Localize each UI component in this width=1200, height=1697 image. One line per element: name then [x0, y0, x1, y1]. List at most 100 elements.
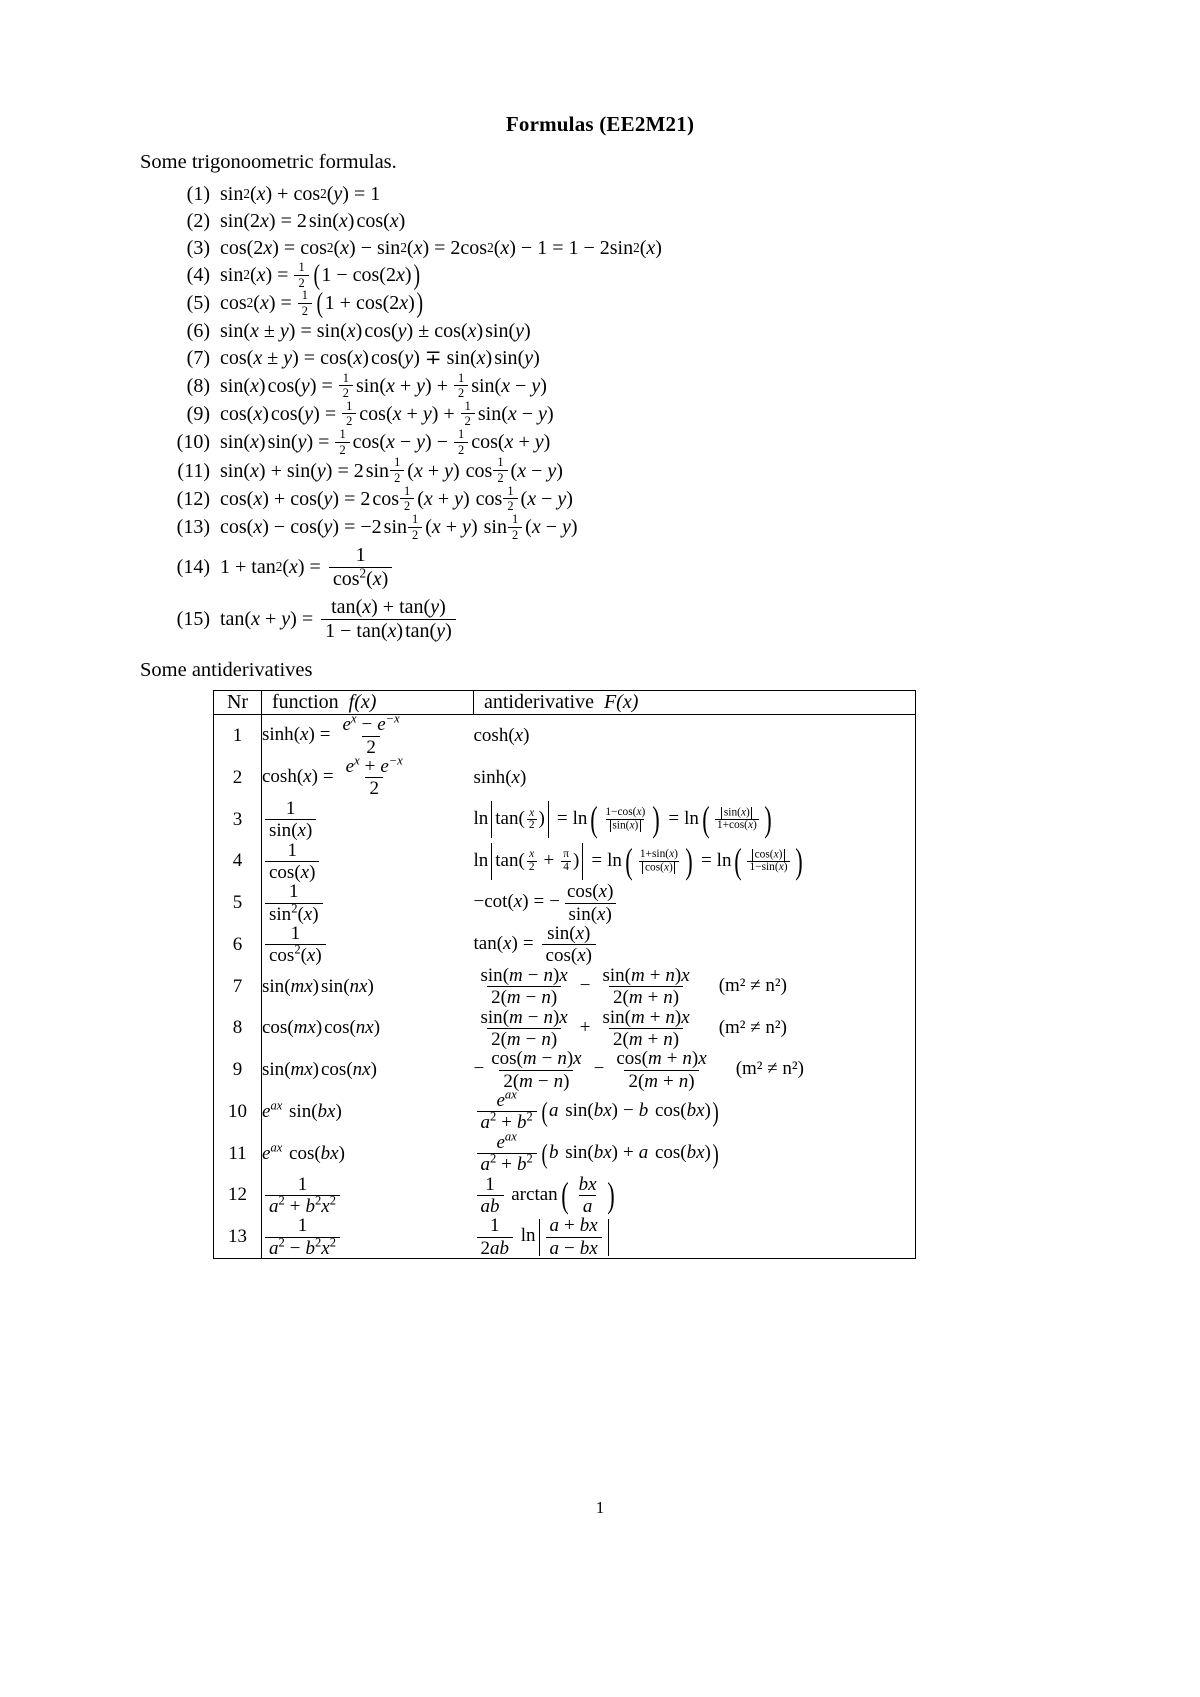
table-row: 9 sin(mx) cos(nx) − cos(m − n)x 2(m − n) − cos(m +…	[213, 1049, 916, 1091]
row-antiderivative: eax a2 + b2 (b sin(bx) + a cos(bx))	[474, 1130, 916, 1175]
formula-row: (8) sin(x) cos(y) = 1 2 sin(x + y) +1 2 sin(x − y)	[0, 370, 1200, 401]
row-number: 7	[213, 965, 262, 1008]
row-antiderivative: ln tan(x 2) = ln(1−cos(x) sin(x)) = ln(sin(x) 1+…	[473, 799, 772, 840]
formula-expression: tan(x + y) = tan(x) + tan(y) 1− tan(x) tan(y)	[220, 597, 459, 641]
formula-number: (5)	[186, 292, 210, 315]
table-row: 2 cosh(x) = ex + e−x 2 sinh(x)	[213, 753, 916, 800]
row-number: 3	[213, 798, 262, 841]
antiderivatives-table: Nr function f(x) antiderivative F(x) 1 s…	[213, 690, 916, 1259]
table-row: 11 eax cos(bx) eax a2 + b2 (b sin(bx) + a cos(…	[213, 1130, 916, 1175]
formula-number: (4)	[186, 264, 210, 287]
row-condition: (m² ≠ n²)	[718, 1016, 787, 1038]
formula-row: (5) cos 2(x) = 1 2(1 + cos (2 x))	[0, 287, 1200, 320]
formula-expression: cos(x ± y) = cos(x) cos(y) ∓ sin(x) sin(y)	[220, 347, 540, 370]
row-function: cosh(x) = ex + e−x 2	[262, 753, 403, 800]
row-number: 1	[213, 714, 262, 757]
row-function: 1 a2 + b2x2	[262, 1174, 474, 1217]
formula-number: (13)	[176, 516, 210, 539]
row-number: 5	[213, 882, 262, 924]
formula-number: (7)	[186, 347, 210, 370]
formula-row: (11) sin(x) + sin(y) = 2 sin 1 2(x + y) cos 1 2(x − y)	[0, 456, 1200, 484]
formula-expression: 1 + tan 2(x) = 1 cos2(x)	[220, 545, 395, 589]
section-heading-trig: Some trigonoometric formulas.	[140, 151, 397, 173]
table-row: 5 1 sin2(x) −cot(x) = − cos(x) sin(x)	[213, 882, 916, 924]
row-function: cos(mx) cos(nx)	[262, 1017, 381, 1039]
formula-expression: cos (2 x) = cos 2(x) − sin 2(x) = 2 cos 2(x) −1 = 1−2 si…	[220, 236, 662, 259]
table-body: 1 sinh(x) = ex − e−x 2 cosh(x) 2 cosh(x) = ex + e…	[213, 711, 916, 1259]
page-title: Formulas (EE2M21)	[505, 112, 695, 136]
section-heading-antiderivatives: Some antiderivatives	[140, 659, 313, 682]
row-antiderivative: cosh(x)	[473, 725, 530, 747]
row-function: 1 sin(x)	[262, 798, 474, 841]
table-row: 6 1 cos2(x) tan(x) = sin(x) cos(x)	[213, 924, 916, 966]
column-header-nr: Nr	[213, 690, 262, 716]
formula-row: (12) cos(x) + cos(y) = 2 cos 1 2(x + y) cos 1 2(x − y)	[0, 485, 1200, 513]
row-antiderivative: tan(x) = sin(x) cos(x)	[474, 924, 916, 966]
row-number: 10	[213, 1091, 262, 1133]
table-row: 8 cos(mx) cos(nx) sin(m − n)x 2(m − n) + sin(m + n…	[213, 1006, 916, 1050]
row-antiderivative: −cot(x) = − cos(x) sin(x)	[474, 882, 916, 924]
formula-expression: sin (2 x) = 2 sin(x) cos(x)	[220, 209, 406, 232]
formula-row: (15) tan(x + y) = tan(x) + tan(y) 1− tan(x) tan(y…	[0, 593, 1200, 645]
row-number: 8	[213, 1007, 262, 1050]
table-row: 12 1 a2 + b2x2 1 ab arctan(bx a)	[213, 1174, 916, 1217]
formula-row: (10) sin(x) sin(y) = 1 2 cos(x − y) −1 2 cos(x + y)	[0, 428, 1200, 456]
row-antiderivative: sinh(x)	[473, 766, 527, 788]
row-function: sin(mx) sin(nx)	[262, 975, 374, 997]
formula-number: (2)	[186, 209, 210, 232]
formula-expression: sin 2(x) + cos 2(y) = 1	[220, 182, 381, 205]
row-number: 13	[213, 1216, 262, 1259]
formula-number: (11)	[177, 459, 210, 482]
table-head: Nr function f(x) antiderivative F(x)	[213, 690, 916, 716]
formula-row: (2) sin (2 x) = 2 sin(x) cos(x)	[0, 207, 1200, 234]
formula-sheet-page: Formulas (EE2M21) Some trigonoometric fo…	[0, 0, 1200, 1697]
row-number: 6	[213, 924, 262, 966]
formula-number: (6)	[186, 320, 210, 343]
row-function: 1 cos(x)	[262, 840, 474, 883]
table-row: 1 sinh(x) = ex − e−x 2 cosh(x)	[213, 711, 916, 758]
formula-expression: cos(x) − cos(y) = −2 sin 1 2(x + y) sin 1 2(x − y)	[220, 511, 578, 542]
row-number: 12	[213, 1174, 262, 1217]
page-number: 1	[595, 1498, 605, 1517]
table-row: 3 1 sin(x) ln tan(x 2) = ln(1−cos(x) sin(x)) = l…	[213, 798, 916, 841]
column-header-function-symbol: f(x)	[348, 691, 377, 714]
formula-expression: sin(x) sin(y) = 1 2 cos(x − y) −1 2 cos(x + y)	[220, 427, 551, 457]
formula-number: (3)	[186, 236, 210, 259]
formula-expression: cos(x) + cos(y) = 2 cos 1 2(x + y) cos 1 2(x − y)	[220, 483, 573, 514]
row-antiderivative: ln tan(x 2 + π 4) = ln(1+sin(x) cos(x)) = ln(cos(x…	[473, 841, 803, 882]
column-header-antiderivative-symbol: F(x)	[603, 691, 639, 714]
formula-row: (6) sin(x ± y) = sin(x) cos(y) ± cos(x) sin(y)	[0, 318, 1200, 345]
row-function: sinh(x) = ex − e−x 2	[262, 711, 400, 758]
column-header-function-label: function	[272, 691, 339, 714]
row-antiderivative: 1 ab arctan(bx a)	[474, 1174, 916, 1217]
formula-row: (9) cos(x) cos(y) = 1 2 cos(x + y) +1 2 sin(x − y)	[0, 400, 1200, 428]
formula-row: (3) cos (2 x) = cos 2(x) − sin 2(x) = 2 cos 2(x) −1 = 1…	[0, 234, 1200, 261]
formula-row: (13) cos(x) − cos(y) = −2 sin 1 2(x + y) sin 1 2(x − y…	[0, 513, 1200, 541]
formula-row: (7) cos(x ± y) = cos(x) cos(y) ∓ sin(x) sin(y)	[0, 345, 1200, 372]
row-antiderivative: eax a2 + b2 (a sin(bx) − b cos(bx))	[474, 1088, 916, 1133]
row-function: 1 sin2(x)	[262, 882, 474, 924]
formula-number: (9)	[186, 402, 210, 425]
column-header-function: function f(x)	[261, 690, 474, 716]
row-number: 4	[213, 840, 262, 883]
formula-expression: sin(x) + sin(y) = 2 sin 1 2(x + y) cos 1 2(x − y)	[220, 455, 563, 486]
row-antiderivative: 1 2ab ln a + bx a − bx	[474, 1216, 916, 1258]
formula-row: (4) sin 2(x) = 1 2(1− cos (2 x))	[0, 260, 1200, 289]
row-number: 11	[213, 1132, 262, 1175]
row-function: 1 cos2(x)	[262, 924, 474, 966]
formula-expression: sin(x) cos(y) = 1 2 sin(x + y) +1 2 sin(x − y)	[220, 370, 547, 401]
row-function: eax sin(bx)	[262, 1098, 342, 1122]
formula-number: (10)	[176, 431, 210, 454]
formula-number: (12)	[176, 487, 210, 510]
table-row: 7 sin(mx) sin(nx) sin(m − n)x 2(m − n) − sin(m + n…	[213, 965, 916, 1008]
row-number: 9	[213, 1049, 262, 1091]
column-header-antiderivative-label: antiderivative	[484, 691, 594, 714]
formula-expression: cos 2(x) = 1 2(1 + cos (2 x))	[220, 287, 423, 320]
row-function: 1 a2− b2x2	[262, 1216, 474, 1258]
antiderivatives-table-wrap: Nr function f(x) antiderivative F(x) 1 s…	[0, 690, 1200, 1259]
row-condition: (m² ≠ n²)	[718, 974, 787, 996]
table-row: 4 1 cos(x) ln tan(x 2 + π 4) = ln(1+sin(x) cos(x)…	[213, 840, 916, 883]
row-function: eax cos(bx)	[262, 1140, 345, 1164]
row-function: sin(mx) cos(nx)	[262, 1059, 377, 1081]
row-antiderivative: sin(m − n)x 2(m − n) + sin(m + n)x 2(m + n) (m² ≠ n²)	[480, 1006, 787, 1050]
